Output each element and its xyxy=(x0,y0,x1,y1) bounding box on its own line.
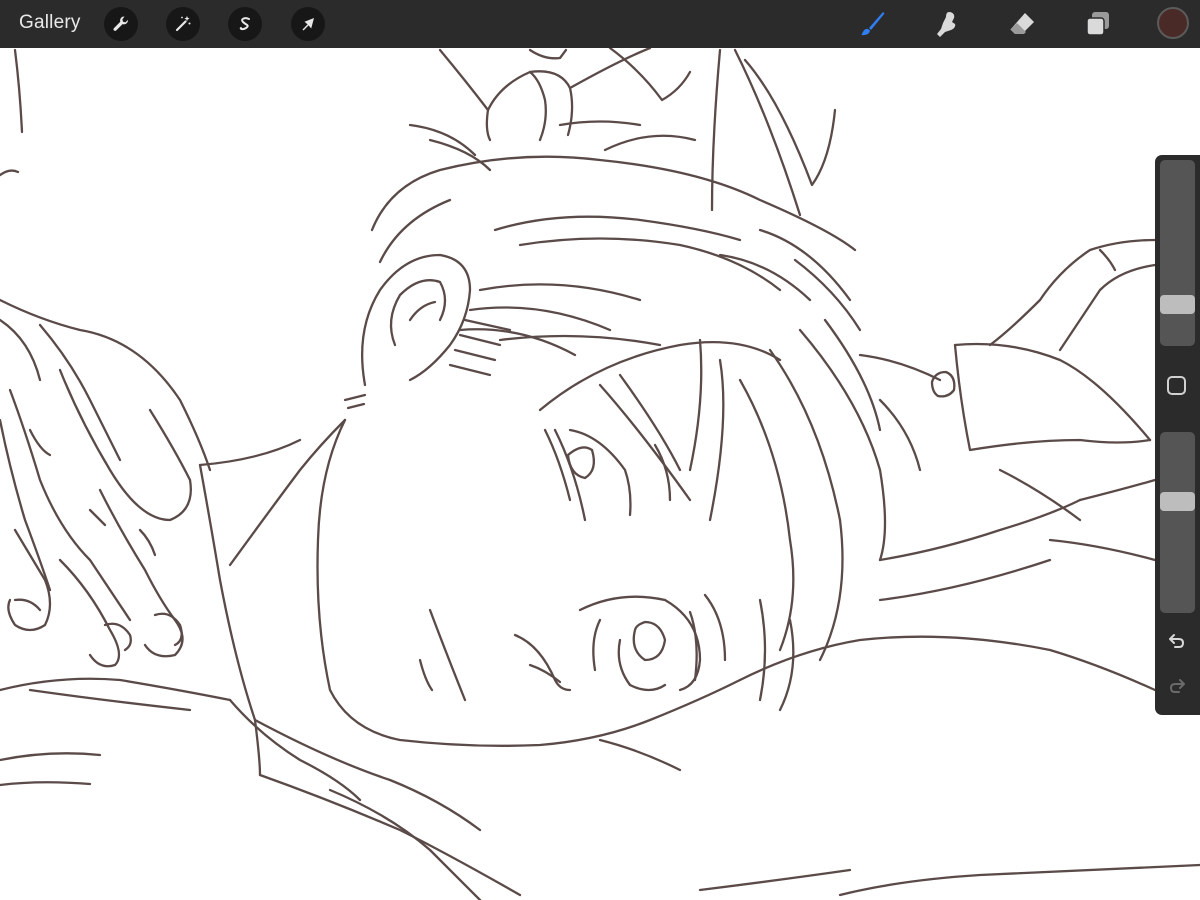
brush-size-slider[interactable] xyxy=(1160,160,1195,346)
redo-icon xyxy=(1169,679,1185,693)
redo-button[interactable] xyxy=(1165,674,1189,698)
layers-icon xyxy=(1086,12,1109,36)
arrow-cursor-icon xyxy=(302,18,314,31)
undo-icon xyxy=(1169,634,1185,648)
brush-icon xyxy=(861,12,885,36)
opacity-slider[interactable] xyxy=(1160,432,1195,613)
drawing-canvas[interactable] xyxy=(0,48,1200,900)
adjustments-button[interactable] xyxy=(166,7,200,41)
magic-wand-icon xyxy=(175,16,191,32)
selection-s-icon xyxy=(239,17,250,31)
undo-button[interactable] xyxy=(1165,629,1189,653)
brush-tool-button[interactable] xyxy=(854,6,890,42)
smudge-finger-icon xyxy=(937,12,956,37)
smudge-tool-button[interactable] xyxy=(928,6,964,42)
side-toolbar xyxy=(1155,155,1200,715)
actions-button[interactable] xyxy=(104,7,138,41)
gallery-button[interactable]: Gallery xyxy=(19,12,81,34)
line-art-drawing xyxy=(0,48,1200,900)
layers-button[interactable] xyxy=(1080,6,1116,42)
wrench-icon xyxy=(113,16,128,31)
eraser-tool-button[interactable] xyxy=(1004,6,1040,42)
top-toolbar: Gallery xyxy=(0,0,1200,48)
modify-button[interactable] xyxy=(1167,376,1186,395)
eraser-icon xyxy=(1010,13,1034,34)
opacity-slider-thumb[interactable] xyxy=(1160,492,1195,511)
color-picker-button[interactable] xyxy=(1157,7,1189,39)
brush-size-slider-thumb[interactable] xyxy=(1160,295,1195,314)
selection-button[interactable] xyxy=(228,7,262,41)
transform-button[interactable] xyxy=(291,7,325,41)
